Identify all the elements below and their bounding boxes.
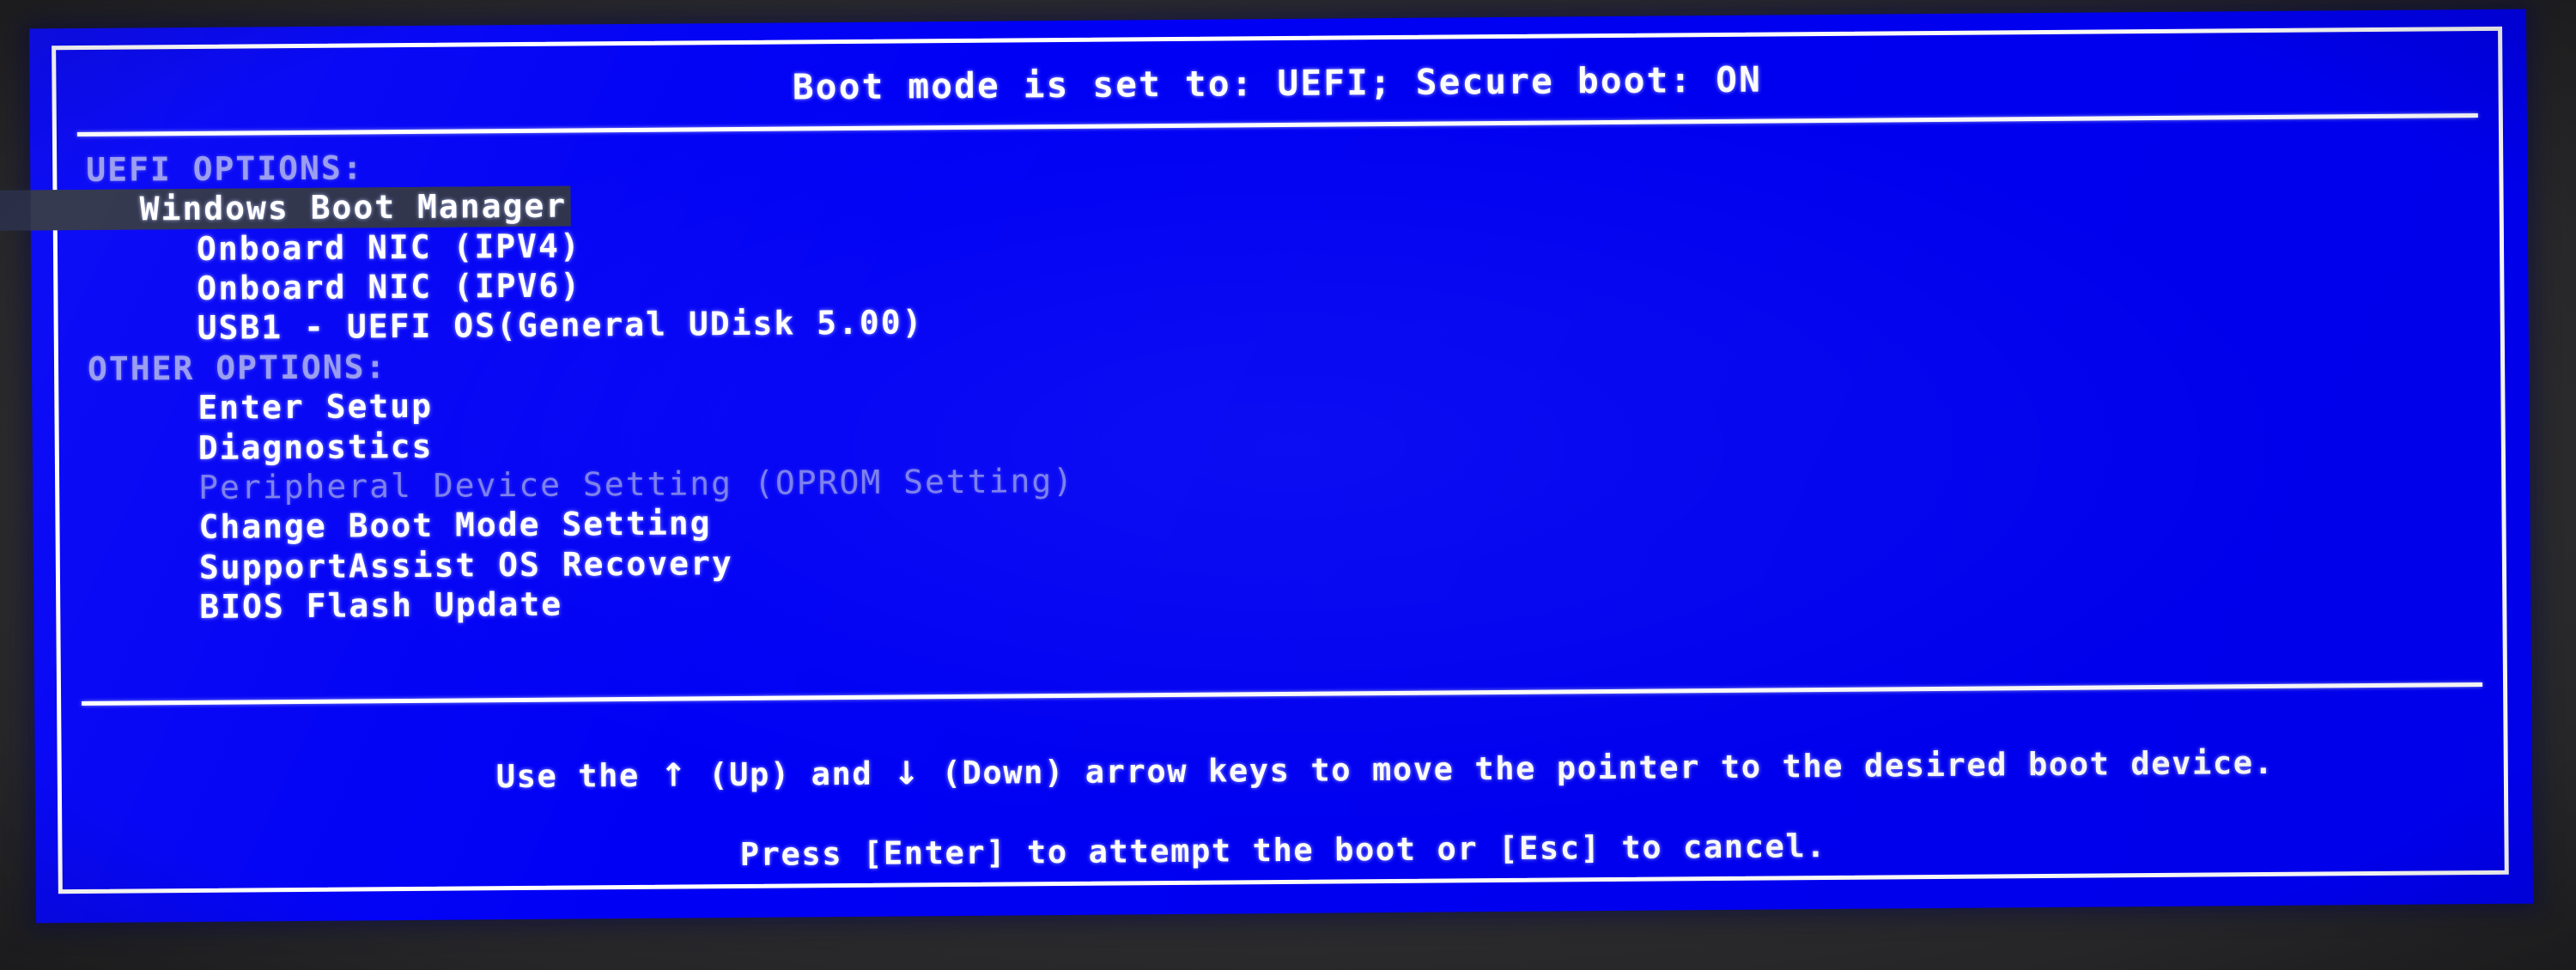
boot-option-label: Enter Setup: [197, 386, 434, 427]
boot-mode-status-title: Boot mode is set to: UEFI; Secure boot: …: [792, 58, 1763, 108]
boot-option-label: BIOS Flash Update: [199, 585, 563, 626]
footer-help-line-1: Use the ↑ (Up) and ↓ (Down) arrow keys t…: [76, 702, 2488, 841]
boot-option-label: Diagnostics: [197, 427, 434, 467]
bios-boot-menu-screen: Boot mode is set to: UEFI; Secure boot: …: [28, 9, 2534, 924]
boot-option-label: Windows Boot Manager: [29, 185, 571, 231]
boot-option-label: Peripheral Device Setting (OPROM Setting…: [197, 461, 1075, 506]
footer-text-use-the: Use the: [495, 756, 660, 796]
bios-panel: Boot mode is set to: UEFI; Secure boot: …: [29, 26, 2509, 894]
boot-menu-list: UEFI OPTIONS: Windows Boot Manager Onboard…: [29, 118, 2503, 701]
boot-option-label: Onboard NIC (IPV4): [196, 227, 581, 268]
footer-text-down-rest: (Down) arrow keys to move the pointer to…: [920, 744, 2275, 792]
monitor-photo-frame: Boot mode is set to: UEFI; Secure boot: …: [0, 0, 2576, 970]
boot-option-label: USB1 - UEFI OS(General UDisk 5.00): [197, 303, 924, 348]
boot-option-label: Onboard NIC (IPV6): [197, 266, 582, 307]
up-arrow-icon: ↑: [659, 756, 689, 794]
footer-help-block: Use the ↑ (Up) and ↓ (Down) arrow keys t…: [61, 686, 2505, 889]
boot-option-label: Change Boot Mode Setting: [198, 504, 712, 547]
down-arrow-icon: ↓: [892, 755, 921, 792]
boot-option-label: SupportAssist OS Recovery: [198, 543, 733, 586]
footer-text-up-and: (Up) and: [688, 755, 894, 794]
